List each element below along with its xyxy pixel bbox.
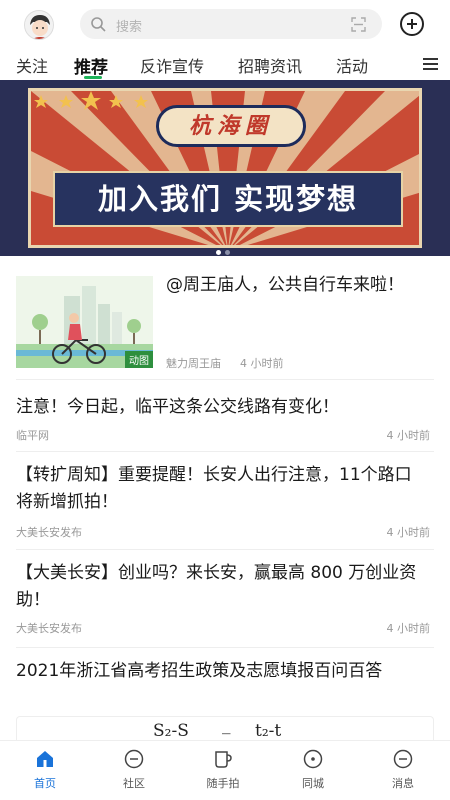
news-time: 4 小时前 (240, 357, 284, 370)
message-icon (393, 749, 413, 769)
tab-follow[interactable]: 关注 (16, 53, 48, 77)
stars-decoration (34, 91, 148, 110)
community-icon (124, 749, 144, 769)
carousel-dots (216, 240, 234, 256)
location-icon (303, 749, 323, 769)
news-title: 【转扩周知】重要提醒！长安人出行注意，11个路口将新增抓拍！ (16, 465, 412, 512)
scan-icon[interactable] (351, 17, 366, 36)
nav-home[interactable]: 首页 (15, 749, 75, 791)
news-item[interactable]: 【大美长安】创业吗？来长安，赢最高 800 万创业资助！ 大美长安发布 4 小时… (16, 550, 434, 648)
channel-tabs: 关注 推荐 反诈宣传 招聘资讯 活动 (0, 50, 450, 80)
formula-right: t₂-t (255, 721, 282, 740)
carousel-dot (216, 250, 221, 255)
banner-slogan: 加入我们 实现梦想 (97, 182, 359, 216)
formula-left: S₂-S (153, 721, 189, 740)
user-avatar[interactable] (24, 10, 54, 40)
tab-jobs[interactable]: 招聘资讯 (238, 53, 302, 77)
news-source: 临平网 (16, 429, 49, 442)
news-time: 4 小时前 (386, 622, 431, 635)
gif-badge: 动图 (125, 351, 153, 368)
top-header: 搜索 (0, 0, 450, 48)
news-source: 大美长安发布 (16, 526, 82, 539)
news-thumbnail: 动图 (16, 276, 153, 368)
news-time: 4 小时前 (386, 526, 431, 539)
tab-anti-fraud[interactable]: 反诈宣传 (140, 53, 204, 77)
news-item[interactable]: 【转扩周知】重要提醒！长安人出行注意，11个路口将新增抓拍！ 大美长安发布 4 … (16, 452, 434, 550)
search-placeholder: 搜索 (116, 20, 143, 35)
news-item[interactable]: 注意！今日起，临平这条公交线路有变化！ 临平网 4 小时前 (16, 380, 434, 452)
news-source: 魅力周王庙 (166, 357, 221, 370)
news-title: 注意！今日起，临平这条公交线路有变化！ (16, 397, 339, 417)
news-time: 4 小时前 (386, 429, 431, 442)
tab-events[interactable]: 活动 (336, 53, 368, 77)
add-icon[interactable] (400, 12, 424, 36)
promo-banner[interactable]: 杭海圈 加入我们 实现梦想 (0, 80, 450, 256)
news-title: 2021年浙江省高考招生政策及志愿填报百问百答 (16, 661, 383, 681)
nav-messages[interactable]: 消息 (373, 749, 433, 791)
search-icon (90, 16, 106, 36)
banner-slogan-plaque: 加入我们 实现梦想 (53, 171, 403, 227)
news-title: 【大美长安】创业吗？来长安，赢最高 800 万创业资助！ (16, 563, 417, 610)
nav-snapshot[interactable]: 随手拍 (193, 749, 253, 791)
home-icon (37, 751, 53, 767)
nav-community[interactable]: 社区 (104, 749, 164, 791)
active-tab-indicator (84, 76, 102, 79)
article-preview-formula: S₂-S _ t₂-t (16, 716, 434, 740)
news-item[interactable]: 2021年浙江省高考招生政策及志愿填报百问百答 (16, 648, 434, 718)
tab-recommend[interactable]: 推荐 (74, 53, 108, 78)
banner-poster: 杭海圈 加入我们 实现梦想 (28, 88, 422, 248)
nav-local[interactable]: 同城 (283, 749, 343, 791)
search-bar[interactable]: 搜索 (80, 9, 382, 39)
news-title: @周王庙人，公共自行车来啦！ (166, 275, 404, 295)
menu-icon[interactable] (423, 58, 438, 70)
news-source: 大美长安发布 (16, 622, 82, 635)
brand-seal: 杭海圈 (156, 105, 306, 147)
camera-cup-icon (215, 751, 232, 768)
bottom-navigation: 首页 社区 随手拍 同城 消息 (0, 740, 450, 800)
news-item[interactable]: 动图 @周王庙人，公共自行车来啦！ 魅力周王庙 4 小时前 (16, 258, 434, 380)
formula-middle: _ (222, 716, 231, 735)
carousel-dot (225, 250, 230, 255)
